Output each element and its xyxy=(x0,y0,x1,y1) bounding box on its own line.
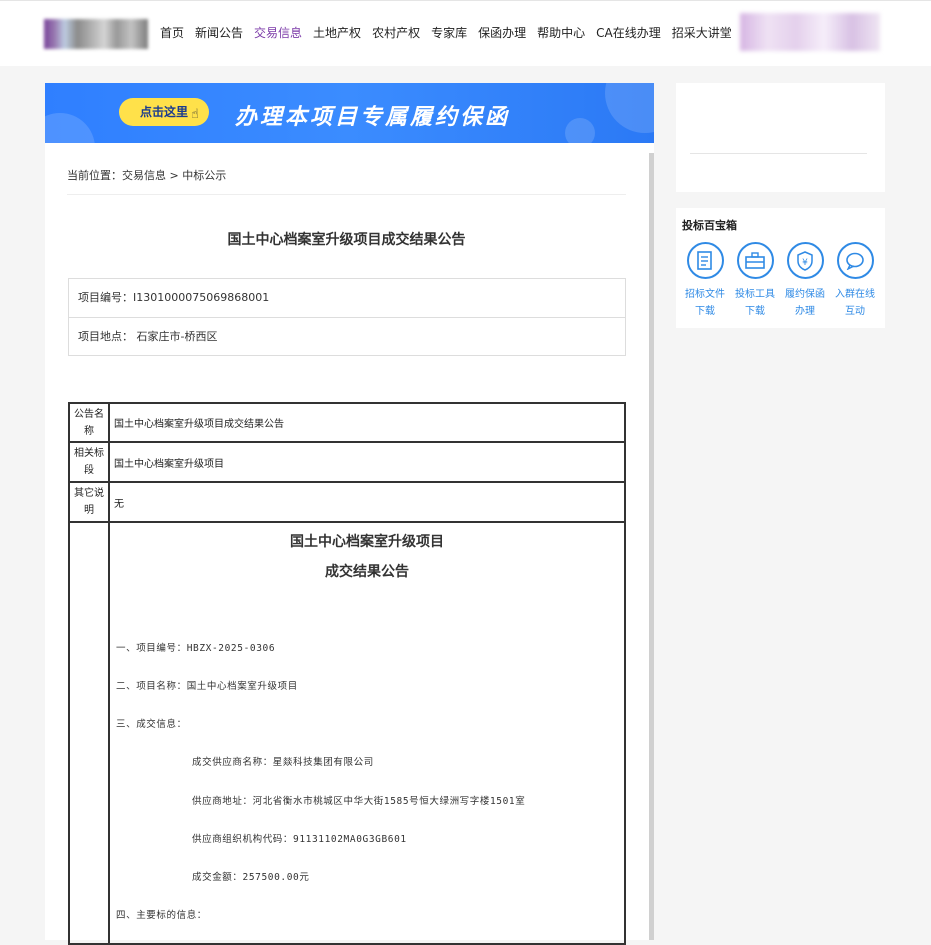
table-row: 相关标段 国土中心档案室升级项目 xyxy=(70,443,624,483)
project-location: 项目地点： 石家庄市-桥西区 xyxy=(69,317,625,355)
top-bar: 首页 新闻公告 交易信息 土地产权 农村产权 专家库 保函办理 帮助中心 CA在… xyxy=(0,0,931,66)
row-value: 国土中心档案室升级项目成交结果公告 xyxy=(114,419,284,430)
site-logo[interactable] xyxy=(44,19,148,49)
main-content: 当前位置：交易信息 > 中标公示 国土中心档案室升级项目成交结果公告 项目编号：… xyxy=(45,143,654,945)
tool-label: 办理 xyxy=(795,306,815,317)
tool-label: 下载 xyxy=(745,306,765,317)
toolbox-title: 投标百宝箱 xyxy=(682,219,737,232)
nav-trade-info[interactable]: 交易信息 xyxy=(254,23,302,43)
main-nav: 首页 新闻公告 交易信息 土地产权 农村产权 专家库 保函办理 帮助中心 CA在… xyxy=(160,23,743,43)
document-icon xyxy=(686,242,724,279)
row-value: 国土中心档案室升级项目 xyxy=(114,458,224,470)
tool-join-group[interactable]: 入群在线 互动 xyxy=(830,242,880,320)
tool-label: 履约保函 xyxy=(785,289,825,300)
notice-content-row: 国土中心档案室升级项目 成交结果公告 一、项目编号：HBZX-2025-0306… xyxy=(70,523,624,943)
project-number: 项目编号：I1301000075069868001 xyxy=(78,291,270,304)
toolbox-panel: 投标百宝箱 招标文件下载 投标工具下载 ¥ 履约保函办理 入群在线互动 xyxy=(676,208,885,328)
banner-title: 办理本项目专属履约保函 xyxy=(235,105,511,130)
page-title: 国土中心档案室升级项目成交结果公告 xyxy=(227,232,466,248)
table-row: 其它说明 无 xyxy=(70,483,624,523)
tool-label: 下载 xyxy=(695,306,715,317)
notice-content: 国土中心档案室升级项目 成交结果公告 一、项目编号：HBZX-2025-0306… xyxy=(110,523,624,943)
project-info-box: 项目编号：I1301000075069868001 项目地点： 石家庄市-桥西区 xyxy=(68,278,626,356)
row-label: 其它说明 xyxy=(70,483,110,521)
content-line: 成交金额：257500.00元 xyxy=(192,872,310,883)
content-title: 国土中心档案室升级项目 xyxy=(290,534,444,550)
table-row: 公告名称 国土中心档案室升级项目成交结果公告 xyxy=(70,404,624,443)
nav-guarantee[interactable]: 保函办理 xyxy=(478,23,526,43)
sidebar-panel xyxy=(676,83,885,192)
tool-bid-tools[interactable]: 投标工具 下载 xyxy=(730,242,780,320)
divider xyxy=(690,153,867,154)
row-label: 公告名称 xyxy=(70,404,110,441)
content-subtitle: 成交结果公告 xyxy=(325,564,409,580)
tool-tender-docs[interactable]: 招标文件 下载 xyxy=(680,242,730,320)
content-line: 三、成交信息： xyxy=(116,719,187,730)
tool-label: 招标文件 xyxy=(685,289,725,300)
content-line: 供应商组织机构代码：91131102MA0G3GB601 xyxy=(192,834,407,845)
nav-lecture[interactable]: 招采大讲堂 xyxy=(672,23,732,43)
content-line: 成交供应商名称：星燚科技集团有限公司 xyxy=(192,757,374,768)
tool-label: 入群在线 xyxy=(835,289,875,300)
nav-expert-db[interactable]: 专家库 xyxy=(431,23,467,43)
tool-label: 投标工具 xyxy=(735,289,775,300)
pointer-icon: ☝ xyxy=(191,107,199,122)
guarantee-banner[interactable]: 点击这里 ☝ 办理本项目专属履约保函 xyxy=(45,83,654,143)
divider xyxy=(67,194,626,195)
row-label: 相关标段 xyxy=(70,443,110,481)
content-line: 二、项目名称：国土中心档案室升级项目 xyxy=(116,681,298,692)
nav-ca-online[interactable]: CA在线办理 xyxy=(596,23,661,43)
nav-rural-rights[interactable]: 农村产权 xyxy=(372,23,420,43)
notice-table: 公告名称 国土中心档案室升级项目成交结果公告 相关标段 国土中心档案室升级项目 … xyxy=(68,402,626,945)
nav-news[interactable]: 新闻公告 xyxy=(195,23,243,43)
svg-text:¥: ¥ xyxy=(802,258,808,268)
user-area[interactable] xyxy=(740,13,880,51)
content-scrollbar[interactable] xyxy=(649,153,654,940)
content-line: 供应商地址：河北省衡水市桃城区中华大街1585号恒大绿洲写字楼1501室 xyxy=(192,796,526,807)
nav-home[interactable]: 首页 xyxy=(160,23,184,43)
content-line: 四、主要标的信息： xyxy=(116,910,207,921)
row-value: 无 xyxy=(114,498,124,510)
nav-help[interactable]: 帮助中心 xyxy=(537,23,585,43)
yen-shield-icon: ¥ xyxy=(786,242,824,279)
nav-land-rights[interactable]: 土地产权 xyxy=(313,23,361,43)
tool-performance-guarantee[interactable]: ¥ 履约保函办理 xyxy=(780,242,830,320)
toolbox-icon xyxy=(736,242,774,279)
breadcrumb: 当前位置：交易信息 > 中标公示 xyxy=(67,169,227,182)
row-label xyxy=(70,523,110,943)
tool-label: 互动 xyxy=(845,306,865,317)
content-line: 一、项目编号：HBZX-2025-0306 xyxy=(116,643,276,654)
chat-icon xyxy=(836,242,874,279)
